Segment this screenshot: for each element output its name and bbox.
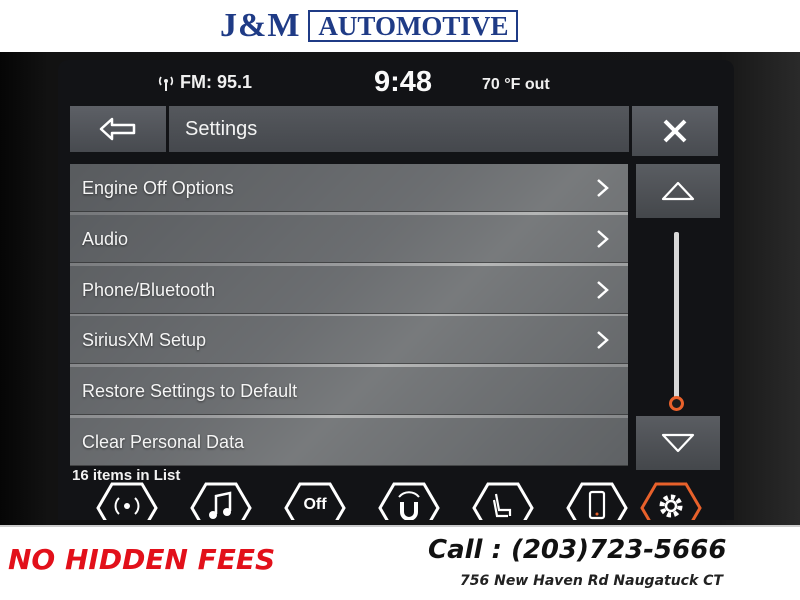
chevron-right-icon (597, 229, 609, 248)
list-item-label: Phone/Bluetooth (82, 279, 216, 300)
back-button[interactable] (70, 106, 166, 152)
scrollbar-thumb[interactable] (669, 396, 684, 411)
chevron-right-icon (597, 331, 609, 350)
radio-status[interactable]: FM: 95.1 (156, 72, 252, 93)
chevron-right-icon (597, 179, 609, 197)
outside-temperature: 70 °F out (482, 76, 550, 93)
music-icon (190, 482, 252, 520)
clock: 9:48 (374, 66, 433, 98)
nav-controls-button[interactable] (472, 480, 534, 520)
dealer-phone: Call : (203)723-5666 (428, 535, 727, 565)
radio-icon (96, 482, 158, 520)
list-item-siriusxm-setup[interactable]: SiriusXM Setup (70, 316, 628, 365)
seat-controls-icon (472, 482, 534, 520)
list-item-label: Clear Personal Data (82, 431, 245, 452)
settings-list: Engine Off Options Audio Phone/Bluetooth… (70, 164, 628, 466)
page-title: Settings (185, 118, 258, 140)
dealer-logo: J&M AUTOMOTIVE (220, 7, 519, 44)
nav-radio-button[interactable] (96, 480, 158, 520)
dealer-logo-sub: AUTOMOTIVE (308, 10, 519, 42)
nav-media-button[interactable] (190, 480, 252, 520)
dealer-address: 756 New Haven Rd Naugatuck CT (460, 573, 723, 589)
phone-icon (566, 482, 628, 520)
triangle-down-icon (661, 433, 695, 453)
close-button[interactable] (632, 106, 718, 156)
infotainment-screen: FM: 95.1 9:48 70 °F out Settings Engine … (58, 60, 734, 520)
triangle-up-icon (661, 181, 695, 201)
chevron-right-icon (597, 280, 609, 299)
dealer-footer: NO HIDDEN FEES Call : (203)723-5666 756 … (0, 525, 800, 600)
nav-uconnect-button[interactable] (378, 480, 440, 520)
title-bar: Settings (70, 106, 718, 156)
title-area: Settings (169, 106, 629, 152)
nav-settings-button[interactable] (640, 480, 702, 520)
off-label: Off (303, 496, 327, 513)
radio-station: FM: 95.1 (180, 72, 253, 92)
list-item-label: Restore Settings to Default (82, 381, 298, 402)
scrollbar-track[interactable] (674, 232, 679, 400)
list-item-phone-bluetooth[interactable]: Phone/Bluetooth (70, 265, 628, 314)
list-item-audio[interactable]: Audio (70, 214, 628, 263)
list-item-label: Audio (82, 228, 129, 249)
list-item-restore-settings[interactable]: Restore Settings to Default (70, 367, 628, 416)
dealer-banner: J&M AUTOMOTIVE (0, 0, 800, 52)
close-icon (663, 119, 687, 143)
scroll-up-button[interactable] (636, 164, 720, 218)
list-item-engine-off-options[interactable]: Engine Off Options (70, 164, 628, 212)
bottom-nav: Off (58, 480, 734, 520)
scroll-down-button[interactable] (636, 416, 720, 470)
nav-off-button[interactable]: Off (284, 480, 346, 520)
nav-phone-button[interactable] (566, 480, 628, 520)
list-item-clear-personal-data[interactable]: Clear Personal Data (70, 417, 628, 466)
status-bar: FM: 95.1 9:48 70 °F out (58, 60, 734, 102)
list-item-label: Engine Off Options (82, 178, 234, 198)
list-item-label: SiriusXM Setup (82, 330, 207, 351)
broadcast-icon (158, 75, 174, 91)
back-arrow-icon (99, 117, 136, 141)
settings-gear-icon (640, 482, 702, 520)
uconnect-icon (378, 482, 440, 520)
promo-text: NO HIDDEN FEES (8, 543, 276, 576)
dealer-logo-main: J&M (220, 7, 301, 44)
